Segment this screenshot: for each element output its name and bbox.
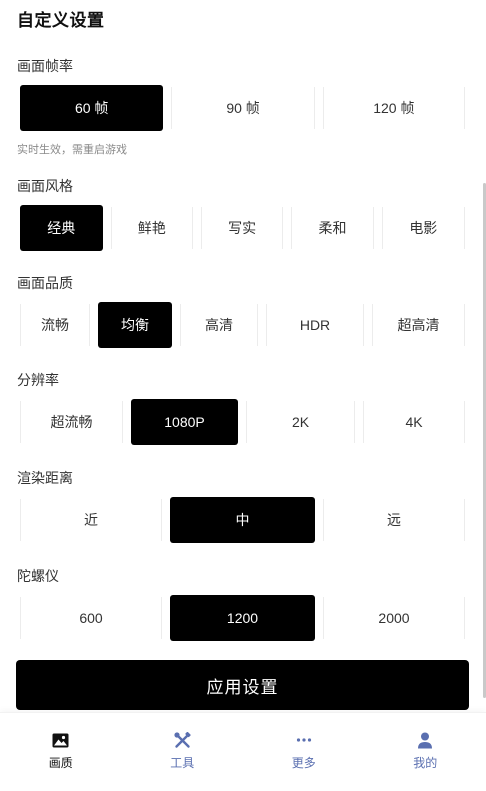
tab-profile[interactable]: 我的 — [365, 713, 486, 791]
style-selector: 经典 鲜艳 写实 柔和 电影 — [16, 205, 469, 251]
quality-label: 画面品质 — [17, 275, 73, 291]
render-distance-selector: 近 中 远 — [16, 497, 469, 543]
style-label: 画面风格 — [17, 178, 73, 194]
style-option-soft[interactable]: 柔和 — [287, 205, 378, 251]
quality-option-smooth[interactable]: 流畅 — [16, 302, 94, 348]
framerate-hint: 实时生效，需重启游戏 — [17, 144, 127, 156]
gyroscope-option-2000[interactable]: 2000 — [319, 595, 469, 641]
resolution-option-ultra-smooth[interactable]: 超流畅 — [16, 399, 127, 445]
resolution-option-4k[interactable]: 4K — [359, 399, 469, 445]
more-icon — [295, 731, 313, 749]
gyroscope-option-600[interactable]: 600 — [16, 595, 166, 641]
quality-option-uhd[interactable]: 超高清 — [368, 302, 469, 348]
quality-option-hdr[interactable]: HDR — [262, 302, 368, 348]
gyroscope-option-1200[interactable]: 1200 — [170, 595, 315, 641]
tab-tools-label: 工具 — [170, 756, 195, 770]
apply-settings-button[interactable]: 应用设置 — [16, 660, 469, 710]
style-option-vivid[interactable]: 鲜艳 — [106, 205, 197, 251]
tab-more-label: 更多 — [291, 756, 316, 770]
image-icon — [52, 731, 70, 749]
tab-more[interactable]: 更多 — [243, 713, 365, 791]
tab-quality-label: 画质 — [48, 756, 73, 770]
framerate-option-60[interactable]: 60 帧 — [20, 85, 164, 131]
quality-option-hd[interactable]: 高清 — [176, 302, 262, 348]
quality-option-balanced[interactable]: 均衡 — [98, 302, 172, 348]
tab-tools[interactable]: 工具 — [122, 713, 244, 791]
gyroscope-selector: 600 1200 2000 — [16, 595, 469, 641]
style-option-classic[interactable]: 经典 — [20, 205, 103, 251]
settings-page: 自定义设置 画面帧率 60 帧 90 帧 120 帧 实时生效，需重启游戏 画面… — [0, 0, 486, 791]
gyroscope-label: 陀螺仪 — [17, 568, 59, 584]
resolution-option-1080p[interactable]: 1080P — [131, 399, 238, 445]
render-distance-option-medium[interactable]: 中 — [170, 497, 315, 543]
render-distance-option-far[interactable]: 远 — [319, 497, 469, 543]
user-icon — [416, 731, 434, 749]
resolution-option-2k[interactable]: 2K — [242, 399, 359, 445]
quality-selector: 流畅 均衡 高清 HDR 超高清 — [16, 302, 469, 348]
render-distance-option-near[interactable]: 近 — [16, 497, 166, 543]
resolution-label: 分辨率 — [17, 372, 59, 388]
render-distance-label: 渲染距离 — [17, 470, 73, 486]
framerate-selector: 60 帧 90 帧 120 帧 — [16, 85, 469, 131]
framerate-option-90[interactable]: 90 帧 — [167, 85, 319, 131]
style-option-cinema[interactable]: 电影 — [377, 205, 469, 251]
style-option-realistic[interactable]: 写实 — [196, 205, 288, 251]
tab-profile-label: 我的 — [413, 756, 438, 770]
tools-icon — [173, 731, 191, 749]
tab-quality[interactable]: 画质 — [0, 713, 122, 791]
framerate-option-120[interactable]: 120 帧 — [318, 85, 469, 131]
bottom-tab-bar: 画质 工具 更多 我的 — [0, 712, 486, 791]
framerate-label: 画面帧率 — [17, 58, 73, 74]
page-title: 自定义设置 — [17, 11, 105, 30]
resolution-selector: 超流畅 1080P 2K 4K — [16, 399, 469, 445]
